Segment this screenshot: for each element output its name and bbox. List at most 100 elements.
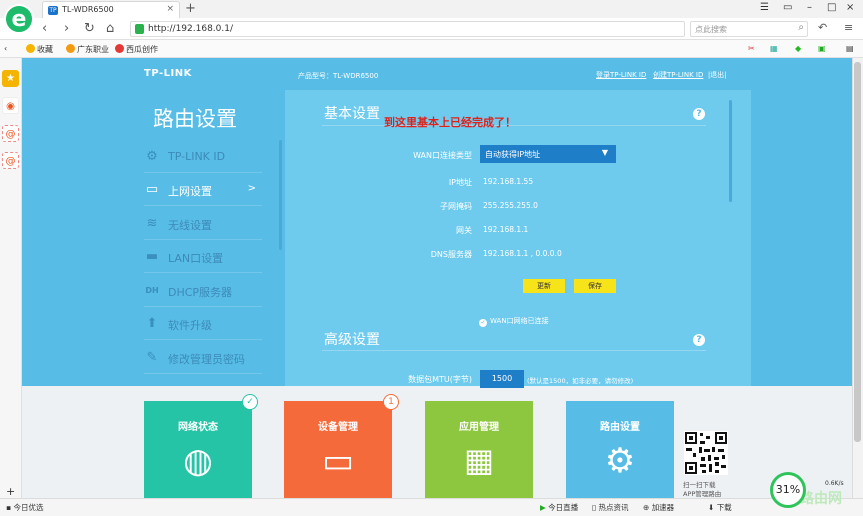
address-url: http://192.168.0.1/	[148, 24, 233, 34]
wan-type-label: WAN口连接类型	[413, 151, 472, 160]
exit-link[interactable]: |退出|	[708, 71, 727, 79]
tile-badge-count: 1	[383, 394, 399, 410]
menu-item-wireless[interactable]: ≋ 无线设置	[144, 208, 262, 240]
speed-ball[interactable]: 31%	[770, 472, 806, 508]
status-today-pick[interactable]: ▪ 今日优选	[6, 502, 43, 513]
close-window-icon[interactable]: ×	[846, 2, 854, 13]
mail-icon[interactable]: @	[2, 152, 19, 169]
dhcp-icon: DH	[145, 286, 159, 295]
tool-shield-icon[interactable]: ◆	[795, 44, 801, 53]
account-links: 登录TP-LINK ID 创建TP-LINK ID |退出|	[596, 70, 727, 80]
mtu-label: 数据包MTU(字节)	[408, 375, 472, 384]
search-icon[interactable]: ⌕	[798, 22, 804, 33]
forward-icon[interactable]: ›	[64, 21, 69, 36]
bookmark-favorites[interactable]: 收藏	[26, 44, 53, 55]
bookmark-arrow-icon[interactable]: ‹	[4, 44, 7, 53]
minimize-icon[interactable]: –	[807, 2, 812, 13]
panel-scrollbar[interactable]	[729, 100, 732, 202]
search-placeholder: 点此搜索	[695, 25, 727, 34]
browser-sidebar	[0, 58, 22, 498]
tab-close-icon[interactable]: ×	[166, 4, 174, 14]
gateway-label: 网关	[456, 226, 472, 235]
tile-label: 路由设置	[600, 422, 640, 433]
menu-item-label: DHCP服务器	[168, 286, 233, 299]
undo-icon[interactable]: ↶	[818, 21, 827, 34]
qr-caption-line1: 扫一扫下载	[683, 481, 716, 489]
update-button[interactable]: 更新	[523, 279, 565, 293]
annotation-text: 到这里基本上已经完成了！	[384, 116, 516, 129]
refresh-icon[interactable]: ↻	[84, 21, 95, 36]
gear-icon: ⚙	[604, 441, 636, 481]
wan-type-value: 自动获得IP地址	[485, 150, 541, 159]
menu-item-label: 无线设置	[168, 219, 212, 232]
search-box[interactable]: 点此搜索 ⌕	[690, 21, 808, 37]
save-button[interactable]: 保存	[574, 279, 616, 293]
home-icon[interactable]: ⌂	[106, 21, 114, 36]
lan-icon: ▬	[145, 249, 159, 264]
menu-item-tplink-id[interactable]: ⚙ TP-LINK ID	[144, 141, 262, 173]
more-menu-icon[interactable]: ≡	[844, 21, 853, 34]
check-icon: ✓	[479, 319, 487, 327]
gear-icon: ⚙	[146, 149, 158, 164]
mtu-note: (默认是1500，如非必要，请勿修改)	[527, 377, 634, 385]
status-speedup[interactable]: ⊕ 加速器	[643, 502, 674, 513]
status-news-label: 热点资讯	[598, 503, 629, 512]
wifi-icon: ≋	[146, 216, 158, 231]
tool-grid-icon[interactable]: ▦	[770, 44, 778, 53]
tool-scissors-icon[interactable]: ✂	[748, 44, 755, 53]
bookmark-guangdong[interactable]: 广东职业	[66, 44, 109, 55]
login-link[interactable]: 登录TP-LINK ID	[596, 71, 646, 79]
tool-game-icon[interactable]: ▣	[818, 44, 826, 53]
help-icon[interactable]: ?	[693, 334, 705, 346]
star-icon[interactable]: ★	[2, 70, 19, 87]
menu-scrollbar[interactable]	[279, 140, 282, 250]
mtu-input[interactable]: 1500	[480, 370, 524, 388]
tile-network-status[interactable]: 网络状态 ◍	[144, 401, 252, 499]
phone-icon: ▯	[592, 503, 597, 512]
tile-app-management[interactable]: 应用管理 ▦	[425, 401, 533, 499]
tile-router-settings[interactable]: 路由设置 ⚙	[566, 401, 674, 499]
product-model: 产品型号：TL-WDR6500	[298, 72, 379, 80]
create-id-link[interactable]: 创建TP-LINK ID	[653, 71, 703, 79]
status-download-label: 下载	[716, 503, 732, 512]
tool-menu-icon[interactable]: ▤	[846, 44, 854, 53]
bookmark-xigua[interactable]: 西瓜创作	[115, 44, 158, 55]
address-bar[interactable]: http://192.168.0.1/	[130, 21, 685, 37]
mail-icon[interactable]: @	[2, 125, 19, 142]
qr-code	[684, 431, 728, 475]
tile-device-management[interactable]: 设备管理 ▭	[284, 401, 392, 499]
restore-icon[interactable]: ▭	[783, 2, 792, 13]
tab-title: TL-WDR6500	[62, 5, 114, 14]
menu-lines-icon[interactable]: ☰	[760, 2, 769, 13]
pencil-icon: ✎	[146, 350, 158, 365]
menu-item-internet[interactable]: ▭ 上网设置 >	[144, 174, 262, 206]
menu-item-upgrade[interactable]: ⬆ 软件升级	[144, 308, 262, 340]
maximize-icon[interactable]: □	[827, 2, 836, 13]
status-speedup-label: 加速器	[651, 503, 675, 512]
help-icon[interactable]: ?	[693, 108, 705, 120]
browser-tab[interactable]: TP TL-WDR6500 ×	[42, 1, 180, 18]
status-news[interactable]: ▯ 热点资讯	[592, 502, 629, 513]
add-icon[interactable]: +	[6, 485, 15, 498]
laptop-wifi-icon: ▭	[321, 441, 355, 481]
status-live-label: 今日直播	[548, 503, 579, 512]
secure-shield-icon	[135, 24, 144, 34]
dns-value: 192.168.1.1 , 0.0.0.0	[483, 249, 562, 258]
ip-label: IP地址	[448, 178, 472, 187]
menu-item-label: LAN口设置	[168, 252, 224, 265]
bookmark-site-icon	[66, 44, 75, 53]
menu-item-label: 修改管理员密码	[168, 353, 245, 366]
section-divider	[322, 350, 706, 351]
basic-settings-title: 基本设置	[324, 106, 380, 122]
status-download[interactable]: ⬇ 下载	[708, 502, 732, 513]
new-tab-icon[interactable]: +	[185, 1, 196, 16]
back-icon[interactable]: ‹	[42, 21, 47, 36]
wan-type-select[interactable]: 自动获得IP地址 ▼	[480, 145, 616, 163]
menu-item-password[interactable]: ✎ 修改管理员密码	[144, 342, 262, 374]
weibo-icon[interactable]: ◉	[2, 97, 19, 114]
menu-item-dhcp[interactable]: DH DHCP服务器	[144, 275, 262, 307]
speed-rate: 0.6K/s	[825, 480, 844, 487]
page-scrollbar-thumb[interactable]	[854, 62, 861, 442]
status-live[interactable]: ▶ 今日直播	[540, 502, 578, 513]
menu-item-lan[interactable]: ▬ LAN口设置	[144, 241, 262, 273]
